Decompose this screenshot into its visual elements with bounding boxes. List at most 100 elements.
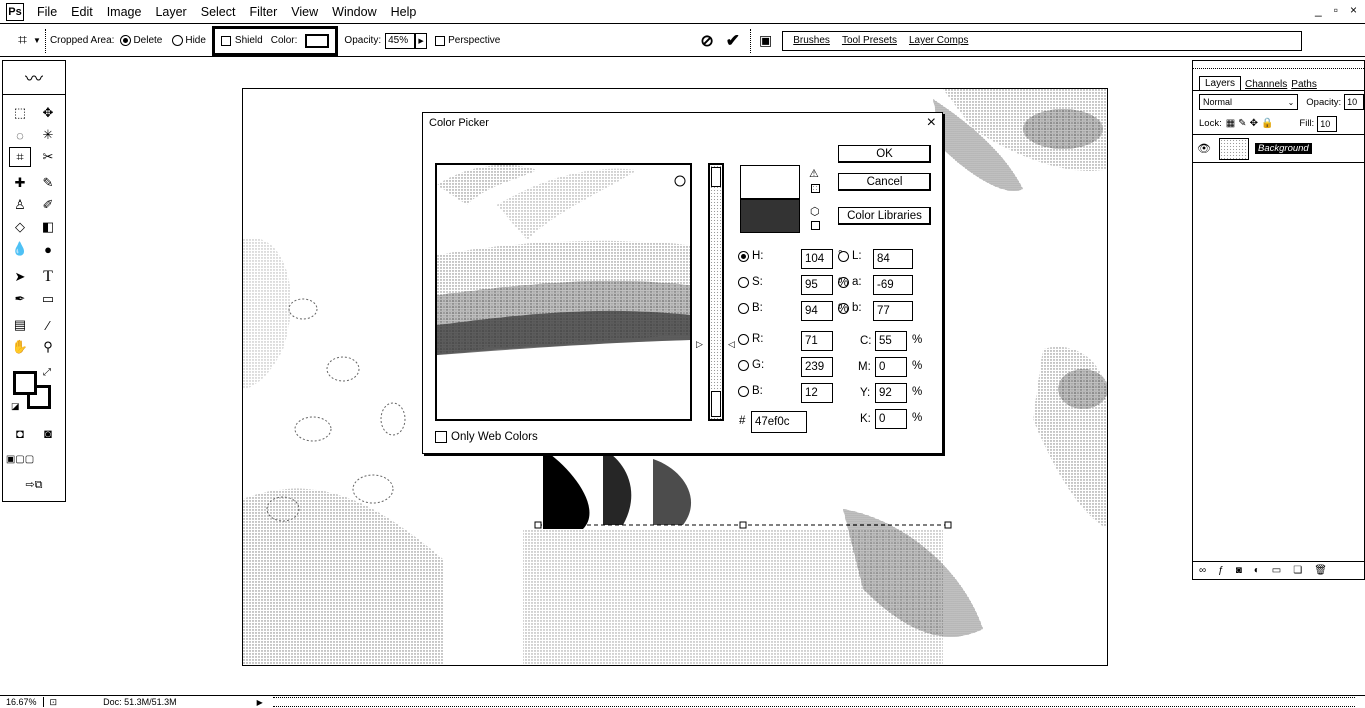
web-safe-swatch[interactable] [811, 221, 820, 230]
clone-stamp-icon[interactable]: ♙ [9, 195, 31, 215]
hand-tool-icon[interactable]: ✋ [9, 337, 31, 357]
history-brush-icon[interactable]: ✐ [37, 195, 59, 215]
default-colors-icon[interactable]: ◪ [11, 401, 20, 412]
web-safe-icon[interactable]: ⬡ [810, 205, 820, 218]
lab-a-radio[interactable] [838, 276, 849, 288]
menu-view[interactable]: View [284, 5, 325, 19]
lab-a-input[interactable]: -69 [873, 275, 913, 295]
lock-all-icon[interactable]: 🔒 [1261, 118, 1273, 129]
close-button[interactable]: × [1350, 3, 1357, 17]
ok-button[interactable]: OK [838, 145, 931, 163]
quickmask-mode-icon[interactable]: ◙ [37, 423, 59, 443]
standard-mode-icon[interactable]: ◘ [9, 423, 31, 443]
menu-layer[interactable]: Layer [148, 5, 193, 19]
menu-help[interactable]: Help [384, 5, 424, 19]
layer-name[interactable]: Background [1255, 143, 1312, 154]
hide-radio[interactable] [172, 35, 184, 46]
lab-b-radio[interactable] [838, 302, 849, 314]
lock-paint-icon[interactable]: ✎ [1238, 118, 1246, 129]
tab-layers[interactable]: Layers [1199, 76, 1242, 90]
foreground-color-swatch[interactable] [13, 371, 37, 395]
link-layers-icon[interactable]: ∞ [1199, 565, 1206, 576]
brush-tool-icon[interactable]: ✎ [37, 173, 59, 193]
magenta-input[interactable]: 0 [875, 357, 907, 377]
hue-slider[interactable] [708, 163, 724, 421]
status-menu-icon[interactable]: ⊡ [44, 697, 64, 708]
eyedropper-icon[interactable]: ⁄ [37, 315, 59, 335]
crop-tool-icon[interactable]: ⌗ [18, 32, 27, 50]
dialog-close-icon[interactable]: × [927, 114, 936, 132]
current-color-swatch[interactable] [740, 199, 800, 233]
tab-tool-presets[interactable]: Tool Presets [836, 35, 903, 46]
menu-select[interactable]: Select [194, 5, 243, 19]
zoom-tool-icon[interactable]: ⚲ [37, 337, 59, 357]
hue-input[interactable]: 104 [801, 249, 833, 269]
move-tool-icon[interactable]: ✥ [37, 103, 59, 123]
perspective-checkbox[interactable] [435, 35, 446, 46]
cancel-transform-icon[interactable]: ⊘ [700, 31, 713, 51]
red-input[interactable]: 71 [801, 331, 833, 351]
black-input[interactable]: 0 [875, 409, 907, 429]
swap-colors-icon[interactable]: ⤢ [43, 367, 51, 378]
blend-mode-select[interactable]: Normal ⌄ [1199, 94, 1299, 110]
layer-row-background[interactable]: 👁 Background [1193, 135, 1364, 163]
lightness-radio[interactable] [838, 250, 849, 262]
slice-tool-icon[interactable]: ✂ [37, 147, 59, 167]
status-arrow-icon[interactable]: ▶ [257, 698, 263, 707]
lock-position-icon[interactable]: ✥ [1250, 118, 1258, 129]
gradient-tool-icon[interactable]: ◧ [37, 217, 59, 237]
opacity-arrow-icon[interactable]: ▶ [415, 32, 428, 49]
blue-input[interactable]: 12 [801, 383, 833, 403]
layer-style-icon[interactable]: ƒ [1218, 565, 1224, 576]
horizontal-scrollbar[interactable] [272, 697, 1355, 707]
chevron-down-icon[interactable]: ▼ [33, 36, 41, 45]
eye-icon[interactable]: 👁 [1197, 142, 1215, 155]
opacity-input[interactable]: 45% [385, 32, 416, 49]
saturation-input[interactable]: 95 [801, 275, 833, 295]
jump-to-imageready-icon[interactable]: ⇨⧉ [9, 475, 59, 495]
gamut-swatch[interactable] [811, 184, 820, 193]
dodge-tool-icon[interactable]: ● [37, 239, 59, 259]
saturation-radio[interactable] [738, 276, 749, 288]
commit-transform-icon[interactable]: ✔ [726, 31, 740, 51]
menu-image[interactable]: Image [100, 5, 149, 19]
hue-radio[interactable] [738, 250, 749, 262]
lasso-tool-icon[interactable]: ◌ [9, 125, 31, 145]
healing-brush-icon[interactable]: ✚ [9, 173, 31, 193]
screen-mode-icon[interactable]: ▣▢▢ [6, 449, 34, 469]
notes-tool-icon[interactable]: ▤ [9, 315, 31, 335]
menu-filter[interactable]: Filter [242, 5, 284, 19]
restore-button[interactable]: ▫ [1334, 3, 1338, 17]
red-radio[interactable] [738, 333, 749, 345]
magic-wand-icon[interactable]: ✳ [37, 125, 59, 145]
gamut-warning-icon[interactable]: ⚠ [809, 167, 819, 180]
shield-checkbox[interactable] [220, 35, 231, 46]
lab-b-input[interactable]: 77 [873, 301, 913, 321]
hue-slider-left-arrow-icon[interactable]: ▷ [696, 339, 703, 350]
green-radio[interactable] [738, 359, 749, 371]
type-tool-icon[interactable]: T [37, 267, 59, 287]
shape-tool-icon[interactable]: ▭ [37, 289, 59, 309]
lock-transparency-icon[interactable]: ▦ [1226, 118, 1235, 129]
tab-channels[interactable]: Channels [1245, 79, 1287, 90]
eraser-tool-icon[interactable]: ◇ [9, 217, 31, 237]
palette-well-icon[interactable]: ▣ [759, 32, 772, 49]
crop-tool-icon[interactable]: ⌗ [9, 147, 31, 167]
zoom-level[interactable]: 16.67% [0, 697, 44, 707]
brightness-radio[interactable] [738, 302, 749, 314]
menu-edit[interactable]: Edit [64, 5, 100, 19]
path-selection-icon[interactable]: ➤ [9, 267, 31, 287]
blur-tool-icon[interactable]: 💧 [9, 239, 31, 259]
color-libraries-button[interactable]: Color Libraries [838, 207, 931, 225]
menu-file[interactable]: File [30, 5, 64, 19]
minimize-button[interactable]: _ [1315, 3, 1322, 17]
fill-input[interactable]: 10 [1317, 115, 1338, 132]
new-group-icon[interactable]: ▭ [1272, 565, 1281, 576]
new-layer-icon[interactable]: ❏ [1293, 565, 1302, 576]
tab-layer-comps[interactable]: Layer Comps [903, 35, 974, 46]
menu-window[interactable]: Window [325, 5, 383, 19]
shield-color-swatch[interactable] [305, 33, 330, 48]
layer-mask-icon[interactable]: ◙ [1236, 565, 1242, 576]
layers-panel-grip[interactable] [1193, 61, 1364, 69]
blue-radio[interactable] [738, 385, 749, 397]
